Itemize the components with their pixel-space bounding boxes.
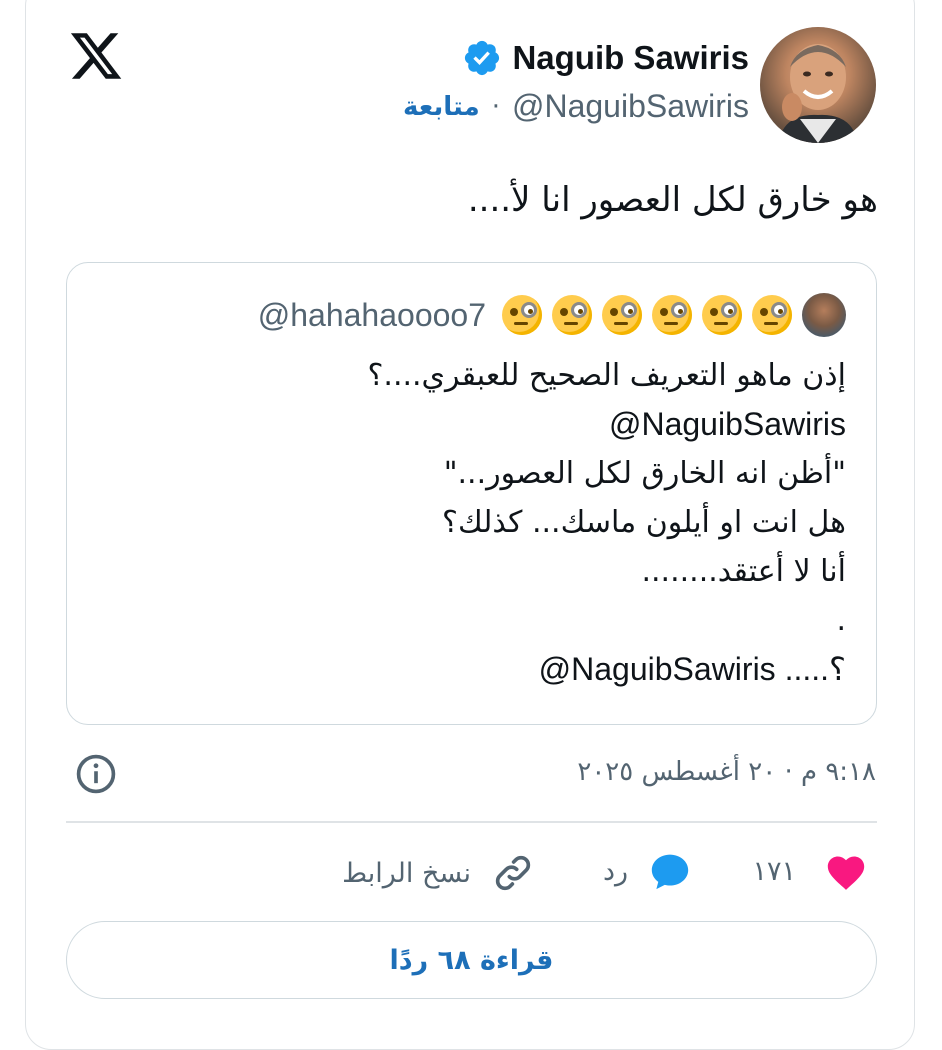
like-action[interactable]: ١٧١ bbox=[752, 851, 868, 891]
author-handle-row: متابعة · @NaguibSawiris bbox=[403, 88, 749, 125]
reply-bubble-icon[interactable] bbox=[648, 851, 692, 891]
monocle-face-icon bbox=[652, 295, 692, 335]
avatar-image bbox=[760, 27, 876, 143]
quoted-tweet-header: @hahahaoooo7 bbox=[258, 293, 846, 337]
copy-link-label: نسخ الرابط bbox=[342, 857, 471, 889]
reply-label: رد bbox=[602, 855, 628, 887]
reply-action[interactable]: رد bbox=[603, 851, 692, 891]
author-avatar[interactable] bbox=[760, 27, 876, 143]
author-handle[interactable]: @NaguibSawiris bbox=[512, 88, 749, 125]
info-icon[interactable] bbox=[74, 752, 118, 796]
quoted-mention[interactable]: @NaguibSawiris bbox=[96, 400, 846, 449]
heart-icon[interactable] bbox=[824, 851, 868, 891]
monocle-face-icon bbox=[752, 295, 792, 335]
quoted-tweet-body: إذن ماهو التعريف الصحيح للعبقري....؟ @Na… bbox=[96, 351, 846, 694]
quoted-mention-line[interactable]: @NaguibSawiris .....؟ bbox=[96, 645, 846, 694]
tweet-text: هو خارق لكل العصور انا لأ.... bbox=[467, 180, 878, 220]
quoted-author-avatar[interactable] bbox=[802, 293, 846, 337]
quoted-handle[interactable]: @hahahaoooo7 bbox=[258, 297, 486, 334]
x-logo-icon[interactable] bbox=[68, 28, 124, 84]
author-display-name[interactable]: Naguib Sawiris bbox=[512, 39, 749, 77]
author-name-row[interactable]: Naguib Sawiris bbox=[462, 38, 749, 78]
quoted-line: "أظن انه الخارق لكل العصور..." bbox=[443, 456, 846, 491]
copy-link-action[interactable]: نسخ الرابط bbox=[342, 851, 535, 895]
read-replies-button[interactable]: قراءة ٦٨ ردًا bbox=[66, 921, 877, 999]
quoted-tweet[interactable]: @hahahaoooo7 إذن ماهو التعريف الصحيح للع… bbox=[66, 262, 877, 725]
quoted-line: إذن ماهو التعريف الصحيح للعبقري....؟ bbox=[367, 358, 846, 393]
monocle-face-icon bbox=[502, 295, 542, 335]
quoted-line: أنا لا أعتقد........ bbox=[641, 554, 846, 589]
monocle-face-icon bbox=[552, 295, 592, 335]
divider bbox=[66, 821, 877, 823]
monocle-face-icon bbox=[702, 295, 742, 335]
monocle-face-icon bbox=[602, 295, 642, 335]
quoted-line: هل انت او أيلون ماسك... كذلك؟ bbox=[442, 505, 846, 540]
like-count: ١٧١ bbox=[752, 855, 796, 887]
verified-badge-icon bbox=[465, 40, 500, 76]
tweet-timestamp[interactable]: ٩:١٨ م · ٢٠ أغسطس ٢٠٢٥ bbox=[577, 757, 876, 787]
link-icon[interactable] bbox=[491, 851, 535, 895]
follow-button[interactable]: متابعة bbox=[403, 92, 480, 122]
separator-dot: · bbox=[491, 91, 500, 122]
quoted-line: . bbox=[836, 603, 846, 638]
